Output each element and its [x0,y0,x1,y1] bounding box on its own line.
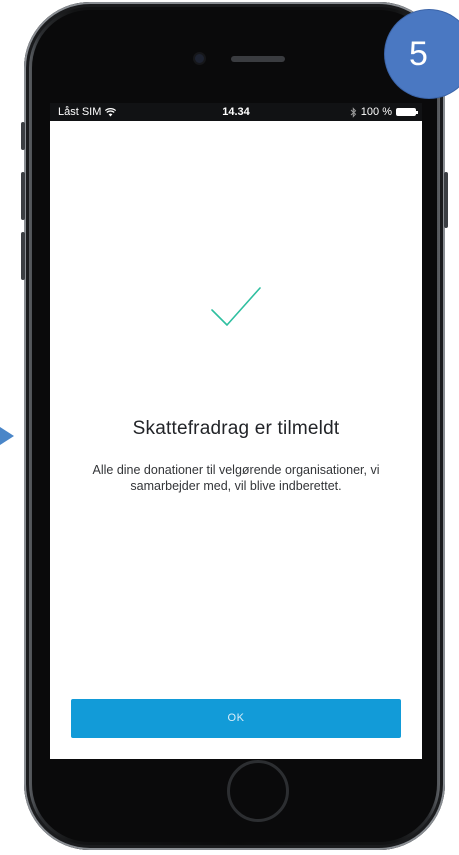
front-camera [195,54,204,63]
earpiece-speaker [231,56,285,62]
checkmark-icon [211,287,261,326]
battery-icon [396,108,418,116]
app-screen: Låst SIM 14.34 100 % Skattefradrag er ti… [50,103,422,759]
status-bar: Låst SIM 14.34 100 % [50,103,422,121]
bluetooth-icon [350,106,357,118]
power-button [444,172,448,228]
home-button[interactable] [227,760,289,822]
status-right: 100 % [350,103,418,121]
mute-switch [21,122,25,150]
arrow-right-icon [0,427,14,445]
ok-button[interactable]: OK [71,699,401,738]
battery-percent: 100 % [360,106,392,118]
volume-up-button [21,172,25,220]
confirmation-message: Alle dine donationer til velgørende orga… [92,463,380,493]
confirmation-title: Skattefradrag er tilmeldt [132,418,340,439]
volume-down-button [21,232,25,280]
